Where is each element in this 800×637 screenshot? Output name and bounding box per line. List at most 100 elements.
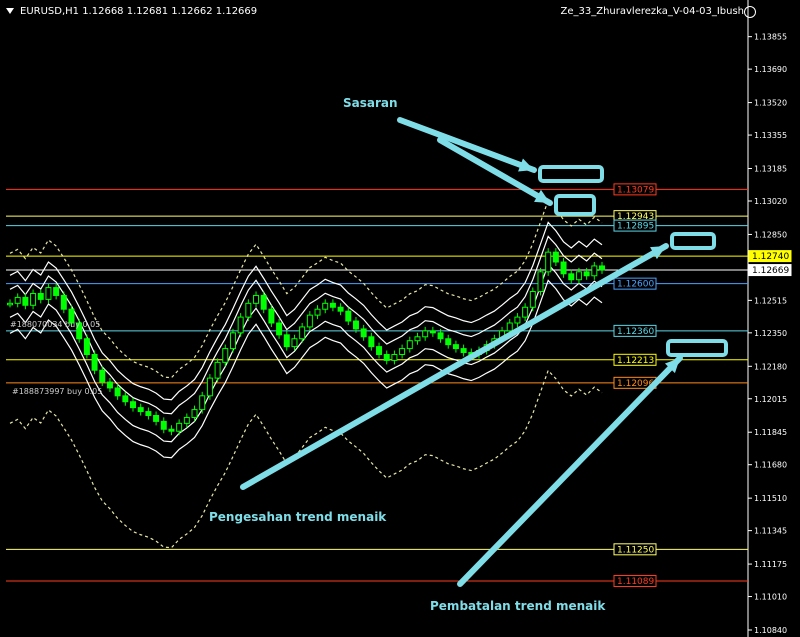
- candle-body: [176, 422, 183, 432]
- candle-body: [460, 348, 467, 354]
- candle-body: [583, 271, 590, 277]
- symbol-info: EURUSD,H1 1.12668 1.12681 1.12662 1.1266…: [20, 6, 258, 17]
- candle-body: [399, 348, 406, 355]
- candle-body: [422, 330, 429, 338]
- candle-body: [99, 369, 106, 383]
- y-tick-label: 1.12180: [754, 362, 787, 371]
- candle-body: [406, 340, 413, 350]
- price-level-label: 1.13079: [617, 185, 654, 195]
- candle-body: [383, 353, 390, 361]
- candle-body: [91, 353, 98, 371]
- y-tick-label: 1.13185: [754, 165, 787, 174]
- candle-body: [183, 416, 190, 424]
- candle-body: [253, 294, 260, 304]
- candle-body: [30, 292, 37, 306]
- candle-body: [222, 348, 229, 363]
- candle-body: [206, 377, 213, 397]
- target-box: [554, 194, 596, 216]
- price-level-label: 1.11089: [617, 577, 654, 587]
- price-chart: 1.13855 1.13690 1.13520 1.13355 1.13185 1.130…: [6, 0, 792, 637]
- y-tick-label: 1.13855: [754, 33, 787, 42]
- candle-body: [445, 338, 452, 346]
- arrow-confirmation: [240, 243, 669, 490]
- candle-body: [214, 361, 221, 379]
- chart-window[interactable]: 1.13855 1.13690 1.13520 1.13355 1.13185 1.130…: [0, 0, 800, 637]
- y-tick-label: 1.12850: [754, 230, 787, 239]
- y-tick-label: 1.12350: [754, 329, 787, 338]
- y-tick-label: 1.13355: [754, 131, 787, 140]
- candle-body: [514, 316, 521, 324]
- price-level-label: 1.12213: [617, 356, 654, 366]
- chevron-down-icon[interactable]: [6, 8, 14, 14]
- candle-body: [575, 271, 582, 281]
- candle-body: [452, 344, 459, 350]
- smiley-icon[interactable]: [744, 6, 756, 18]
- candle-body: [130, 401, 137, 409]
- y-tick-label: 1.11345: [754, 527, 787, 536]
- upper-band-outer: [9, 221, 603, 401]
- cancellation-box: [666, 339, 728, 357]
- candle-body: [199, 395, 206, 411]
- lower-band-outer: [9, 279, 603, 459]
- candle-body: [360, 328, 367, 338]
- candle-body: [376, 346, 383, 355]
- candle-body: [368, 336, 375, 348]
- candle-body: [245, 302, 252, 318]
- candle-body: [529, 291, 536, 308]
- candle-body: [153, 414, 160, 422]
- candle-body: [191, 409, 198, 418]
- candle-body: [345, 310, 352, 322]
- candle-body: [322, 302, 329, 310]
- y-tick-label: 1.11175: [754, 560, 787, 569]
- candle-body: [83, 338, 90, 355]
- candle-body: [591, 265, 598, 277]
- price-level-label: 1.11250: [617, 545, 654, 555]
- candle-body: [506, 322, 513, 332]
- y-tick-label: 1.13520: [754, 99, 787, 108]
- candle-body: [314, 308, 321, 316]
- candle-body: [414, 336, 421, 342]
- y-tick-label: 1.10840: [754, 626, 787, 635]
- candle-body: [37, 292, 44, 300]
- y-tick-label: 1.11510: [754, 494, 787, 503]
- y-tick-label: 1.13690: [754, 65, 787, 74]
- annotation-trend-confirmation: Pengesahan trend menaik: [209, 510, 387, 524]
- candle-body: [168, 428, 175, 432]
- price-level-label: 1.12895: [617, 222, 654, 232]
- candle-body: [122, 395, 129, 403]
- candle-body: [7, 302, 13, 306]
- price-level-label: 1.12360: [617, 327, 654, 337]
- candle-body: [114, 387, 121, 397]
- order-label[interactable]: #188873997 buy 0.05: [12, 387, 102, 396]
- order-label[interactable]: #188070034 buy 0.05: [10, 320, 100, 329]
- candle-body: [568, 273, 575, 281]
- target-box: [538, 165, 604, 183]
- candle-body: [145, 411, 152, 416]
- candle-body: [160, 420, 167, 430]
- candle-body: [237, 316, 244, 334]
- candle-body: [276, 322, 283, 336]
- annotation-target: Sasaran: [343, 96, 398, 110]
- candle-body: [291, 338, 298, 348]
- candle-body: [22, 296, 29, 306]
- candle-body: [14, 296, 21, 304]
- candle-body: [329, 302, 336, 308]
- candle-body: [352, 320, 359, 330]
- candle-body: [560, 261, 567, 275]
- candle-body: [60, 294, 67, 310]
- y-tick-label: 1.12515: [754, 296, 787, 305]
- arrow-target: [397, 117, 537, 173]
- candle-body: [45, 287, 52, 300]
- confirmation-box: [670, 232, 716, 250]
- dotted-band-upper: [9, 199, 603, 379]
- candle-body: [283, 334, 290, 348]
- candle-body: [391, 353, 398, 361]
- y-tick-label: 1.11680: [754, 461, 787, 470]
- candle-body: [437, 332, 444, 340]
- candle-body: [537, 271, 544, 293]
- candle-body: [137, 407, 144, 413]
- y-tick-label: 1.13020: [754, 197, 787, 206]
- y-tick-label: 1.11845: [754, 428, 787, 437]
- y-tick-label: 1.12015: [754, 395, 787, 404]
- price-level-label: 1.12740: [752, 252, 789, 262]
